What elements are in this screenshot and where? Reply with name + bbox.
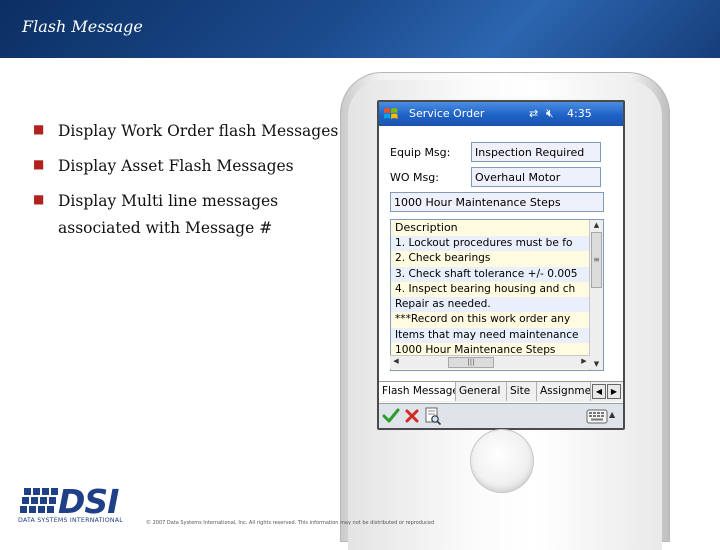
scroll-left-icon[interactable]: ◀ <box>391 357 401 369</box>
scroll-right-icon[interactable]: ▶ <box>579 357 589 369</box>
dsi-logo-text: DSI <box>58 482 119 521</box>
horizontal-scroll-thumb[interactable]: ||| <box>448 357 494 368</box>
dsi-logo: DSI DATA SYSTEMS INTERNATIONAL <box>18 482 133 528</box>
wo-msg-label: WO Msg: <box>390 171 439 184</box>
pda-navigation-button[interactable] <box>471 430 533 492</box>
keyboard-icon[interactable] <box>586 409 608 424</box>
bullet-text: Display Asset Flash Messages <box>58 157 294 175</box>
scroll-thumb[interactable]: ≡ <box>591 232 602 288</box>
document-search-icon[interactable] <box>425 407 442 426</box>
copyright-footer: © 2007 Data Systems International, Inc. … <box>146 520 435 526</box>
bullet-marker-icon: ■ <box>33 157 45 171</box>
bullet-item: ■ Display Asset Flash Messages <box>30 153 350 180</box>
pda-title-bar: Service Order ⇄ 🔇︎ 4:35 <box>379 102 623 126</box>
description-horizontal-scrollbar[interactable]: ◀ ||| ▶ <box>390 355 590 369</box>
bullet-marker-icon: ■ <box>33 122 45 136</box>
pda-screen: Service Order ⇄ 🔇︎ 4:35 Equip Msg: Inspe… <box>379 102 623 428</box>
windows-flag-icon[interactable] <box>383 106 399 122</box>
description-header: Description <box>391 220 603 236</box>
checkmark-icon[interactable] <box>382 408 400 424</box>
description-line: ***Record on this work order any <box>395 313 571 326</box>
dsi-logo-squares-icon <box>20 488 58 513</box>
message-title-field[interactable]: 1000 Hour Maintenance Steps <box>390 192 604 212</box>
bullet-text: Display Multi line messages associated w… <box>58 192 279 237</box>
pda-toolbar: ▲ <box>379 403 623 428</box>
bullet-item: ■ Display Work Order flash Messages <box>30 118 350 145</box>
description-line: 1. Lockout procedures must be fo <box>391 236 603 252</box>
equip-msg-field[interactable]: Inspection Required <box>471 142 601 162</box>
tab-prev-button[interactable]: ◀ <box>592 384 606 399</box>
tab-flash-message[interactable]: Flash Message <box>379 382 456 401</box>
pda-app-title[interactable]: Service Order <box>409 107 484 120</box>
description-vertical-scrollbar[interactable]: ▲ ≡ ▼ <box>589 220 603 370</box>
volume-mute-icon[interactable]: 🔇︎ <box>546 106 554 121</box>
tab-general[interactable]: General <box>456 382 507 401</box>
tab-strip: Flash Message General Site Assignment ◀ … <box>379 381 623 402</box>
bullet-item: ■ Display Multi line messages associated … <box>30 188 350 242</box>
tab-next-button[interactable]: ▶ <box>607 384 621 399</box>
scroll-up-icon[interactable]: ▲ <box>591 221 602 231</box>
bullet-text: Display Work Order flash Messages <box>58 122 339 140</box>
keyboard-menu-arrow-icon[interactable]: ▲ <box>609 410 615 419</box>
bullet-list: ■ Display Work Order flash Messages ■ Disp… <box>30 118 350 250</box>
equip-msg-label: Equip Msg: <box>390 146 451 159</box>
description-textbox[interactable]: Description 1. Lockout procedures must b… <box>390 219 604 371</box>
wo-msg-field[interactable]: Overhaul Motor <box>471 167 601 187</box>
scroll-down-icon[interactable]: ▼ <box>591 360 602 370</box>
tab-assignment[interactable]: Assignment <box>537 382 591 401</box>
tab-site[interactable]: Site <box>507 382 537 401</box>
description-line: 4. Inspect bearing housing and ch <box>395 282 576 295</box>
description-line: Repair as needed. <box>391 297 603 313</box>
description-line: 2. Check bearings <box>395 252 491 265</box>
slide-title-bar: Flash Message <box>0 0 720 58</box>
sync-icon[interactable]: ⇄ <box>529 107 538 120</box>
bullet-marker-icon: ■ <box>33 192 45 206</box>
pda-clock[interactable]: 4:35 <box>567 107 592 120</box>
dsi-logo-subtext: DATA SYSTEMS INTERNATIONAL <box>18 517 124 524</box>
description-line: Items that may need maintenance <box>391 327 603 344</box>
slide-title: Flash Message <box>22 17 143 36</box>
description-line: 3. Check shaft tolerance +/- 0.005 <box>391 266 603 282</box>
cancel-icon[interactable] <box>404 408 420 424</box>
